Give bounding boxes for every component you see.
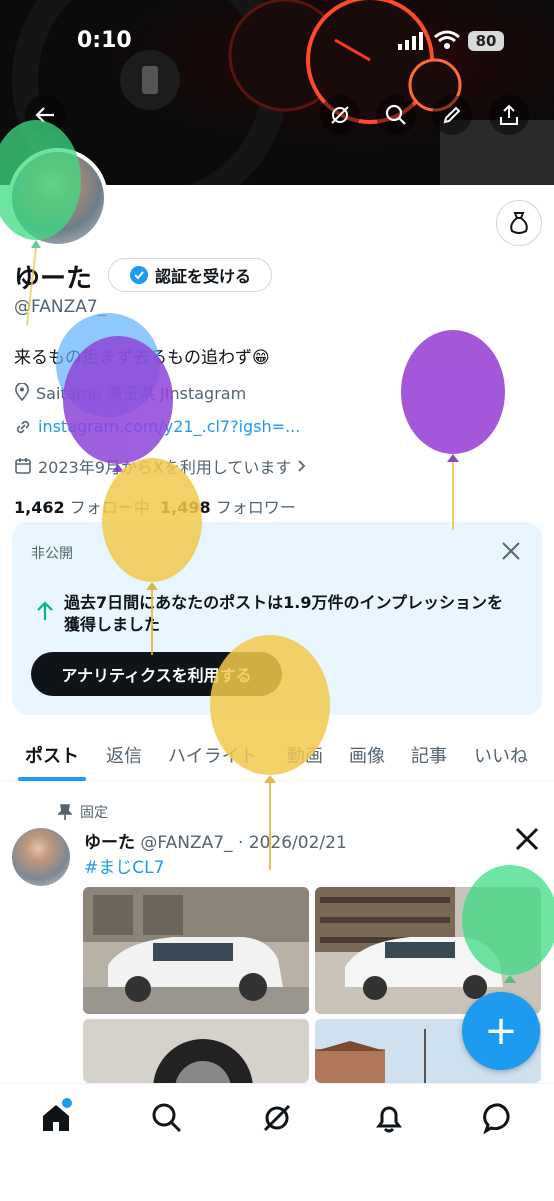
pinned-label: 固定 bbox=[80, 805, 108, 821]
location-text: Saitama 埼玉県 JInstagram bbox=[36, 384, 247, 403]
get-verified-button[interactable]: 認証を受ける bbox=[108, 258, 272, 292]
grok-icon bbox=[331, 106, 349, 124]
trend-up-arrow-icon bbox=[36, 600, 54, 626]
followers-link[interactable]: 1,498 フォロワー bbox=[160, 494, 296, 518]
profile-joined[interactable]: 2023年9月からXを利用しています bbox=[14, 454, 307, 478]
grok-button[interactable] bbox=[320, 95, 360, 135]
home-notification-dot bbox=[62, 1098, 72, 1108]
pencil-icon bbox=[443, 106, 461, 124]
bottom-navigation bbox=[0, 1083, 554, 1201]
chat-icon bbox=[483, 1103, 510, 1135]
pin-icon bbox=[58, 804, 72, 820]
analytics-button[interactable]: アナリティクスを利用する bbox=[31, 652, 282, 696]
get-verified-label: 認証を受ける bbox=[154, 267, 251, 286]
joined-text: 2023年9月からXを利用しています bbox=[38, 458, 292, 477]
nav-messages[interactable] bbox=[483, 1102, 515, 1138]
share-icon bbox=[500, 104, 518, 125]
edit-profile-button[interactable] bbox=[432, 95, 472, 135]
following-link[interactable]: 1,462 フォロー中 bbox=[14, 494, 150, 518]
grok-icon bbox=[263, 1104, 291, 1132]
post-photo-1[interactable] bbox=[83, 887, 309, 1014]
profile-bio: 来るもの拒まず去るもの追わず😁 bbox=[14, 348, 270, 368]
tab-highlights[interactable]: ハイライト bbox=[168, 742, 258, 768]
nav-grok[interactable] bbox=[261, 1102, 293, 1138]
pinned-indicator: 固定 bbox=[58, 802, 108, 822]
tab-images[interactable]: 画像 bbox=[349, 742, 385, 768]
followers-label: フォロワー bbox=[215, 498, 296, 517]
wifi-icon bbox=[434, 30, 460, 54]
status-time: 0:10 bbox=[77, 28, 132, 53]
calendar-icon bbox=[15, 458, 31, 474]
user-handle: @FANZA7_ bbox=[14, 297, 107, 317]
tip-button[interactable] bbox=[496, 200, 542, 246]
post-author-name[interactable]: ゆーた bbox=[84, 833, 135, 853]
location-pin-icon bbox=[15, 383, 29, 401]
back-button[interactable] bbox=[25, 95, 65, 135]
tab-articles[interactable]: 記事 bbox=[411, 742, 447, 768]
tab-posts[interactable]: ポスト bbox=[25, 742, 79, 768]
private-badge: 非公開 bbox=[31, 546, 73, 562]
compose-post-button[interactable]: + bbox=[462, 992, 540, 1070]
tab-replies[interactable]: 返信 bbox=[106, 742, 142, 768]
following-count: 1,462 bbox=[14, 498, 65, 517]
verified-badge-icon bbox=[129, 266, 148, 284]
profile-search-button[interactable] bbox=[376, 95, 416, 135]
following-label: フォロー中 bbox=[69, 498, 150, 517]
analytics-message: 過去7日間にあなたのポストは1.9万件のインプレッションを獲得しました bbox=[64, 593, 503, 634]
profile-location: Saitama 埼玉県 JInstagram bbox=[14, 380, 246, 404]
search-icon bbox=[152, 1103, 182, 1133]
followers-count: 1,498 bbox=[160, 498, 211, 517]
website-link[interactable]: instagram.com/y21_.cl7?igsh=... bbox=[38, 417, 300, 436]
post-photo-3[interactable] bbox=[83, 1019, 309, 1083]
tab-likes[interactable]: いいね bbox=[474, 742, 528, 768]
post-hashtag[interactable]: #まじCL7 bbox=[84, 853, 164, 878]
x-logo-icon bbox=[514, 826, 540, 856]
post-author-avatar[interactable] bbox=[12, 828, 70, 886]
profile-avatar[interactable] bbox=[8, 148, 108, 248]
tab-videos[interactable]: 動画 bbox=[287, 742, 323, 768]
back-arrow-icon bbox=[35, 107, 54, 123]
share-button[interactable] bbox=[489, 95, 529, 135]
link-icon bbox=[16, 420, 30, 433]
purple-balloon-icon bbox=[401, 330, 505, 530]
nav-search[interactable] bbox=[151, 1102, 183, 1138]
active-tab-indicator bbox=[18, 777, 86, 781]
nav-home[interactable] bbox=[40, 1098, 72, 1138]
chevron-right-icon bbox=[298, 460, 306, 472]
cellular-signal-icon bbox=[398, 32, 424, 54]
close-card-button[interactable] bbox=[500, 540, 522, 566]
profile-website[interactable]: instagram.com/y21_.cl7?igsh=... bbox=[14, 417, 300, 436]
search-icon bbox=[385, 104, 406, 125]
post-header: ゆーた @FANZA7_ · 2026/02/21 bbox=[84, 828, 347, 853]
money-bag-icon bbox=[510, 212, 528, 234]
bell-icon bbox=[376, 1106, 402, 1133]
profile-tabs: ポスト 返信 ハイライト 動画 画像 記事 いいね bbox=[0, 728, 554, 781]
post-author-handle: @FANZA7_ bbox=[140, 833, 233, 853]
nav-notifications[interactable] bbox=[373, 1102, 405, 1138]
post-date: · 2026/02/21 bbox=[237, 833, 347, 853]
battery-indicator: 80 bbox=[468, 31, 504, 51]
close-icon bbox=[502, 542, 520, 560]
display-name: ゆーた bbox=[14, 264, 93, 294]
